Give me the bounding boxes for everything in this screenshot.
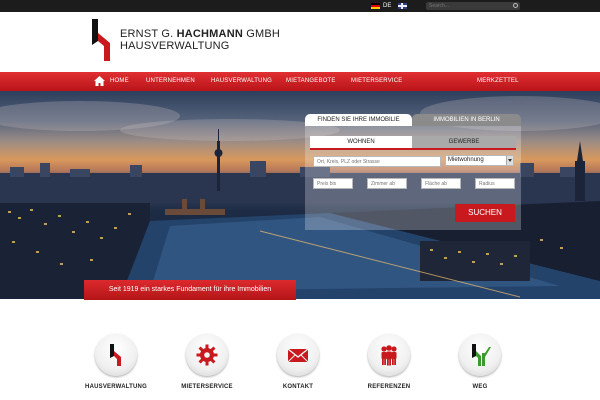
nav-item-merkzettel[interactable]: MERKZETTEL (477, 72, 519, 91)
feature-circle[interactable] (368, 334, 410, 376)
feature-circle[interactable] (277, 334, 319, 376)
search-box (426, 2, 520, 10)
main-nav: HOME UNTERNEHMEN HAUSVERWALTUNG MIETANGE… (0, 72, 600, 91)
nav-item-unternehmen[interactable]: UNTERNEHMEN (146, 72, 195, 91)
feature-label[interactable]: WEG (440, 384, 520, 390)
nav-item-mietangebote[interactable]: MIETANGEBOTE (286, 72, 336, 91)
search-panel: FINDEN SIE IHRE IMMOBILIE IMMOBILIEN IN … (305, 114, 521, 230)
brand-name-post: GMBH (242, 28, 281, 40)
feature-circle[interactable] (186, 334, 228, 376)
rooms-input[interactable] (367, 178, 407, 189)
price-input[interactable] (313, 178, 353, 189)
people-icon (381, 345, 397, 366)
search-input[interactable] (429, 2, 509, 10)
tab-immobilien-berlin[interactable]: IMMOBILIEN IN BERLIN (412, 114, 521, 126)
page: DE ERNST G. HACHMANN GMBH HAUSVERWALTUNG… (0, 0, 600, 400)
feature-label[interactable]: HAUSVERWALTUNG (76, 384, 156, 390)
flag-de-icon[interactable] (371, 3, 380, 9)
tab-separator (310, 148, 516, 150)
feature-circle[interactable] (459, 334, 501, 376)
feature-label[interactable]: KONTAKT (258, 384, 338, 390)
weg-logo-icon (472, 344, 491, 366)
area-input[interactable] (421, 178, 461, 189)
flag-en-icon[interactable] (398, 3, 407, 9)
search-icon[interactable] (513, 3, 518, 8)
brand-subtitle: HAUSVERWALTUNG (120, 40, 230, 52)
radius-input[interactable] (475, 178, 515, 189)
feature-hausverwaltung[interactable]: HAUSVERWALTUNG (85, 334, 147, 394)
home-icon[interactable] (94, 76, 105, 86)
property-type-select[interactable]: Mietwohnung (445, 155, 514, 166)
feature-kontakt[interactable]: KONTAKT (268, 334, 328, 394)
logo-mark-icon[interactable] (90, 19, 112, 61)
nav-item-mieterservice[interactable]: MIETERSERVICE (351, 72, 403, 91)
subtab-wohnen[interactable]: WOHNEN (310, 136, 412, 148)
feature-label[interactable]: MIETERSERVICE (167, 384, 247, 390)
language-de-link[interactable]: DE (383, 1, 391, 11)
feature-referenzen[interactable]: REFERENZEN (359, 334, 419, 394)
brand-name-pre: ERNST G. (120, 28, 177, 40)
property-type-value: Mietwohnung (448, 157, 484, 163)
subtab-gewerbe[interactable]: GEWERBE (412, 136, 516, 148)
feature-weg[interactable]: WEG (450, 334, 510, 394)
location-input[interactable] (313, 156, 441, 167)
feature-mieterservice[interactable]: MIETERSERVICE (177, 334, 237, 394)
tagline-banner: Seit 1919 ein starkes Fundament für ihre… (84, 280, 296, 300)
gear-icon (196, 344, 218, 366)
top-bar: DE (0, 0, 600, 12)
search-button[interactable]: SUCHEN (455, 204, 515, 222)
chevron-down-icon (506, 156, 513, 165)
nav-item-hausverwaltung[interactable]: HAUSVERWALTUNG (211, 72, 272, 91)
brand-name-bold: HACHMANN (176, 28, 243, 40)
feature-circle[interactable] (95, 334, 137, 376)
feature-label[interactable]: REFERENZEN (349, 384, 429, 390)
nav-item-home[interactable]: HOME (110, 72, 129, 91)
envelope-icon (287, 348, 309, 363)
logo-mark-icon (110, 344, 121, 366)
tab-finden[interactable]: FINDEN SIE IHRE IMMOBILIE (305, 114, 412, 126)
